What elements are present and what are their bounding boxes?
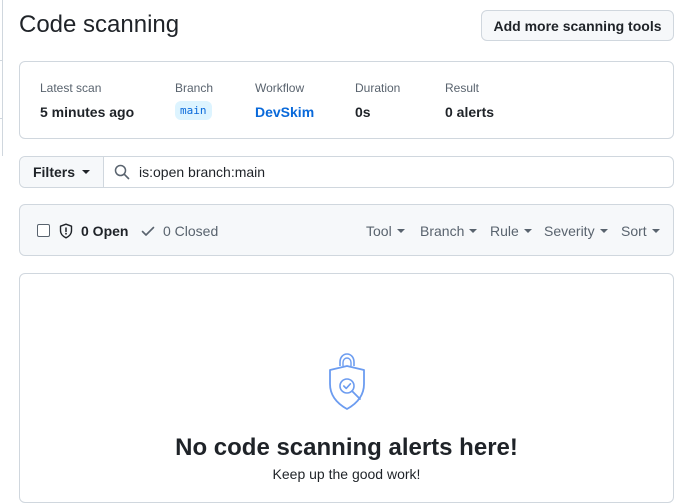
search-icon [114,164,130,180]
sort-menu[interactable]: Sort [621,223,660,239]
blank-state-subtitle: Keep up the good work! [272,466,421,482]
duration-label: Duration [355,81,401,95]
blank-state-title: No code scanning alerts here! [175,434,518,461]
left-rail-border [0,0,3,156]
branch-pill[interactable]: main [175,101,212,120]
caret-down-icon [651,229,660,233]
rule-menu[interactable]: Rule [490,223,532,239]
branch-menu[interactable]: Branch [420,223,478,239]
latest-scan-column: Latest scan 5 minutes ago [40,81,134,120]
blank-state: No code scanning alerts here! Keep up th… [19,273,674,503]
shield-icon [59,223,73,239]
search-wrap [104,157,673,187]
result-value: 0 alerts [445,104,495,120]
caret-down-icon [396,229,405,233]
duration-value: 0s [355,104,371,120]
add-scanning-tools-button[interactable]: Add more scanning tools [481,10,674,41]
select-all-checkbox[interactable] [37,224,50,237]
workflow-label: Workflow [255,81,305,95]
closed-alerts-tab[interactable]: 0 Closed [163,223,218,239]
duration-column: Duration 0s [355,81,400,120]
latest-scan-value: 5 minutes ago [40,104,135,120]
latest-scan-label: Latest scan [40,81,102,95]
search-input[interactable] [139,164,673,180]
severity-menu-label: Severity [544,223,595,239]
workflow-column: Workflow DevSkim [255,81,314,120]
shield-check-icon [329,353,365,410]
caret-down-icon [599,229,608,233]
check-icon [141,226,155,236]
severity-menu[interactable]: Severity [544,223,608,239]
result-label: Result [445,81,480,95]
tool-menu[interactable]: Tool [366,223,405,239]
rule-menu-label: Rule [490,223,519,239]
filters-button-label: Filters [32,164,75,180]
caret-down-icon [523,229,532,233]
filters-button[interactable]: Filters [20,157,104,187]
alerts-list-header: 0 Open 0 Closed Tool Branch Rule Severit… [19,204,674,256]
branch-label: Branch [175,81,214,95]
result-column: Result 0 alerts [445,81,494,120]
open-alerts-tab[interactable]: 0 Open [81,223,128,239]
branch-menu-label: Branch [420,223,465,239]
workflow-link[interactable]: DevSkim [255,104,314,120]
latest-scan-summary: Latest scan 5 minutes ago Branch main Wo… [19,61,674,139]
page-title: Code scanning [19,11,180,38]
caret-down-icon [82,170,90,174]
tool-menu-label: Tool [366,223,392,239]
filter-bar: Filters [19,156,674,188]
sort-menu-label: Sort [621,223,647,239]
caret-down-icon [469,229,478,233]
branch-column: Branch main [175,81,213,120]
